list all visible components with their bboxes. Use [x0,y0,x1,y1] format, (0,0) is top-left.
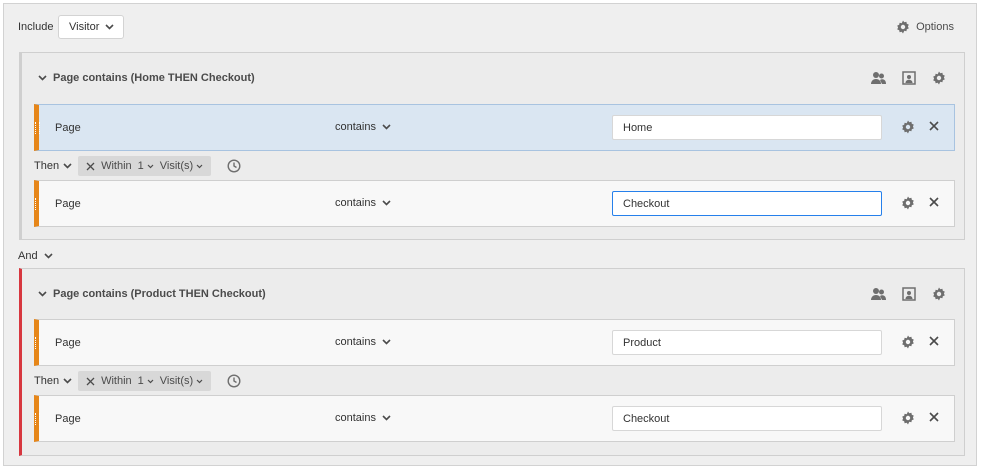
within-count-dropdown[interactable]: 1 [138,160,154,172]
chevron-down-icon [147,164,154,168]
gear-icon[interactable] [901,335,915,349]
chevron-down-icon [382,339,391,345]
then-label: Then [34,160,60,172]
close-icon[interactable] [928,411,940,423]
drag-handle[interactable] [35,198,40,210]
chevron-down-icon [63,163,72,169]
rule-value-input[interactable] [612,406,882,431]
chevron-down-icon [38,75,47,81]
close-icon[interactable] [928,120,940,132]
drag-handle[interactable] [35,122,40,134]
rule-dimension: Page [55,122,81,134]
rule-dimension: Page [55,337,81,349]
within-constraint: Within 1 Visit(s) [78,156,212,176]
rule-dimension: Page [55,198,81,210]
container-1-header[interactable]: Page contains (Home THEN Checkout) [38,72,255,84]
container-2-header[interactable]: Page contains (Product THEN Checkout) [38,288,266,300]
users-icon[interactable] [871,287,886,301]
chevron-down-icon [382,415,391,421]
include-value: Visitor [69,21,100,33]
within-count: 1 [137,375,144,387]
gear-icon [896,20,910,34]
within-label: Within [101,375,132,387]
container-2-actions [871,287,946,301]
within-label: Within [101,160,132,172]
chevron-down-icon [63,378,72,384]
and-dropdown[interactable]: And [18,250,53,262]
container-1: Page contains (Home THEN Checkout) Page … [19,52,965,240]
include-label: Include [18,21,54,33]
chevron-down-icon [44,253,53,259]
drag-handle[interactable] [35,337,40,349]
operator-label: contains [335,197,376,209]
remove-within-icon[interactable] [86,377,95,386]
within-unit-dropdown[interactable]: Visit(s) [160,375,203,387]
chevron-down-icon [196,379,203,383]
gear-icon[interactable] [932,71,946,85]
gear-icon[interactable] [901,196,915,210]
options-label: Options [916,21,954,33]
rule-row[interactable]: Page contains [34,104,955,151]
chevron-down-icon [105,24,114,30]
container-1-actions [871,71,946,85]
within-unit-dropdown[interactable]: Visit(s) [160,160,203,172]
container-title: Page contains (Product THEN Checkout) [53,288,266,300]
presentation-icon[interactable] [902,287,916,301]
segment-builder-panel: Include Visitor Options Page contains (H… [3,3,977,466]
clock-icon[interactable] [227,374,241,388]
within-constraint: Within 1 Visit(s) [78,371,212,391]
within-count-dropdown[interactable]: 1 [138,375,154,387]
operator-dropdown[interactable]: contains [335,197,391,209]
include-dropdown[interactable]: Visitor [58,15,124,39]
then-row: Then Within 1 Visit(s) [34,156,241,176]
within-count: 1 [137,160,144,172]
operator-dropdown[interactable]: contains [335,412,391,424]
chevron-down-icon [38,291,47,297]
then-label: Then [34,375,60,387]
close-icon[interactable] [928,335,940,347]
container-title: Page contains (Home THEN Checkout) [53,72,255,84]
presentation-icon[interactable] [902,71,916,85]
gear-icon[interactable] [901,120,915,134]
clock-icon[interactable] [227,159,241,173]
operator-label: contains [335,121,376,133]
rule-value-input[interactable] [612,191,882,216]
then-dropdown[interactable]: Then [34,160,72,172]
rule-row[interactable]: Page contains [34,319,955,366]
chevron-down-icon [382,124,391,130]
rule-value-input[interactable] [612,115,882,140]
users-icon[interactable] [871,71,886,85]
rule-value-input[interactable] [612,330,882,355]
chevron-down-icon [147,379,154,383]
then-row: Then Within 1 Visit(s) [34,371,241,391]
operator-label: contains [335,412,376,424]
options-button[interactable]: Options [896,20,954,34]
rule-row[interactable]: Page contains [34,180,955,227]
remove-within-icon[interactable] [86,162,95,171]
close-icon[interactable] [928,196,940,208]
gear-icon[interactable] [932,287,946,301]
operator-dropdown[interactable]: contains [335,336,391,348]
then-dropdown[interactable]: Then [34,375,72,387]
within-unit: Visit(s) [159,375,194,387]
operator-label: contains [335,336,376,348]
container-2: Page contains (Product THEN Checkout) Pa… [19,268,965,456]
gear-icon[interactable] [901,411,915,425]
operator-dropdown[interactable]: contains [335,121,391,133]
chevron-down-icon [382,200,391,206]
within-unit: Visit(s) [159,160,194,172]
drag-handle[interactable] [35,413,40,425]
rule-row[interactable]: Page contains [34,395,955,442]
and-label: And [18,250,38,262]
rule-dimension: Page [55,413,81,425]
chevron-down-icon [196,164,203,168]
